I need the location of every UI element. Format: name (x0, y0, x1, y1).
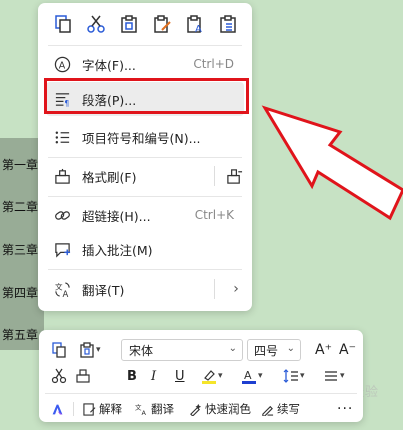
menu-divider (48, 157, 242, 158)
highlight-color-button[interactable]: ▾ (201, 365, 223, 387)
menu-item-insert-comment[interactable]: 插入批注(M) (46, 232, 244, 266)
menu-item-hyperlink-shortcut: Ctrl+K (194, 208, 234, 222)
chapter-heading-1: 第一章 (2, 158, 39, 172)
font-family-value: 宋体 (129, 343, 154, 358)
menu-item-font-shortcut: Ctrl+D (193, 57, 234, 71)
explain-label: 解释 (99, 402, 122, 416)
font-size-value: 四号 (254, 343, 279, 358)
menu-item-hyperlink[interactable]: 超链接(H)... Ctrl+K (46, 198, 244, 232)
font-color-button[interactable]: A ▾ (241, 365, 263, 387)
wps-ai-logo-icon[interactable] (51, 403, 67, 416)
menu-item-translate-label: 翻译(T) (82, 282, 125, 298)
chapter-heading-5: 第五章 (2, 328, 39, 342)
menu-separator (214, 166, 215, 186)
menu-divider (48, 45, 242, 46)
translate-small-icon: 文A (135, 403, 147, 416)
underline-button[interactable]: U (175, 365, 185, 387)
quick-polish-label: 快速润色 (205, 402, 251, 416)
chevron-down-icon: ▾ (218, 371, 223, 381)
chevron-right-icon[interactable]: › (226, 279, 246, 299)
continue-write-button[interactable]: 续写 (261, 401, 300, 417)
svg-text:A: A (195, 24, 202, 34)
menu-item-bullets-label: 项目符号和编号(N)... (82, 130, 201, 146)
copy-icon[interactable] (52, 13, 74, 35)
mini-toolbar: ▾ 宋体 ⌄ 四号 ⌄ A⁺ A⁻ B I U ▾ A ▾ ▾ ▾ 解释 文 A… (39, 330, 363, 422)
continue-write-icon (262, 405, 274, 416)
polish-icon (190, 403, 202, 416)
paste-text-icon[interactable]: A (184, 13, 206, 35)
svg-text:A: A (58, 60, 65, 71)
cut-icon[interactable] (51, 365, 67, 387)
svg-text:A: A (62, 290, 68, 298)
chapter-heading-2: 第二章 (2, 200, 39, 214)
menu-separator (214, 279, 215, 299)
chevron-down-icon: ⌄ (228, 343, 237, 354)
translate-button[interactable]: 文A 翻译 (135, 401, 174, 417)
font-icon: A (52, 54, 72, 74)
menu-item-hyperlink-label: 超链接(H)... (82, 208, 151, 224)
explain-icon (83, 402, 96, 416)
paste-dropdown-button[interactable]: ▾ (79, 339, 101, 361)
menu-item-translate[interactable]: 文A 翻译(T) › (46, 272, 244, 306)
grow-font-button[interactable]: A⁺ (315, 339, 332, 361)
paragraph-highlight-box (44, 78, 249, 114)
link-icon (52, 205, 72, 225)
format-painter-icon[interactable] (224, 166, 244, 186)
context-menu: A A 字体(F)... Ctrl+D ¶ 段落(P)... 项目符号和编号(N… (38, 3, 252, 311)
quick-polish-button[interactable]: 快速润色 (189, 401, 251, 417)
align-button[interactable]: ▾ (323, 365, 345, 387)
continue-write-label: 续写 (277, 402, 300, 416)
menu-item-insert-comment-label: 插入批注(M) (82, 242, 153, 258)
menu-item-font-label: 字体(F)... (82, 57, 136, 73)
line-spacing-button[interactable]: ▾ (283, 365, 305, 387)
chevron-down-icon: ▾ (258, 371, 263, 381)
menu-divider (48, 196, 242, 197)
cut-icon[interactable] (85, 13, 107, 35)
quick-actions-row: A (38, 3, 252, 45)
translate-label: 翻译 (151, 402, 174, 416)
menu-item-font[interactable]: A 字体(F)... Ctrl+D (46, 47, 244, 81)
menu-item-bullets-numbering[interactable]: 项目符号和编号(N)... (46, 120, 244, 154)
ai-actions-row: 解释 文A 翻译 快速润色 续写 ··· (39, 396, 363, 422)
toolbar-separator (73, 402, 74, 416)
paste-list-icon[interactable] (217, 13, 239, 35)
copy-icon[interactable] (51, 339, 67, 361)
chevron-down-icon: ▾ (300, 371, 305, 381)
bold-button[interactable]: B (127, 365, 137, 387)
menu-item-format-painter-label: 格式刷(F) (82, 169, 137, 185)
format-painter-icon[interactable] (75, 365, 91, 387)
font-size-select[interactable]: 四号 ⌄ (247, 339, 301, 361)
paste-format-icon[interactable] (151, 13, 173, 35)
font-family-select[interactable]: 宋体 ⌄ (121, 339, 243, 361)
chevron-down-icon: ⌄ (286, 343, 295, 354)
format-painter-icon (52, 166, 72, 186)
svg-text:A: A (244, 369, 252, 382)
explain-button[interactable]: 解释 (83, 401, 122, 417)
chevron-down-icon: ▾ (96, 345, 101, 355)
svg-text:A: A (142, 409, 147, 416)
chevron-down-icon: ▾ (340, 371, 345, 381)
more-button[interactable]: ··· (337, 401, 353, 417)
menu-divider (48, 269, 242, 270)
comment-icon (52, 239, 72, 259)
paste-icon[interactable] (118, 13, 140, 35)
shrink-font-button[interactable]: A⁻ (339, 339, 356, 361)
italic-button[interactable]: I (151, 365, 156, 387)
translate-icon: 文A (52, 279, 72, 299)
menu-item-format-painter[interactable]: 格式刷(F) (46, 159, 244, 193)
chapter-heading-3: 第三章 (2, 243, 39, 257)
bullet-list-icon (52, 127, 72, 147)
toolbar-divider (45, 393, 357, 394)
chapter-heading-4: 第四章 (2, 286, 39, 300)
